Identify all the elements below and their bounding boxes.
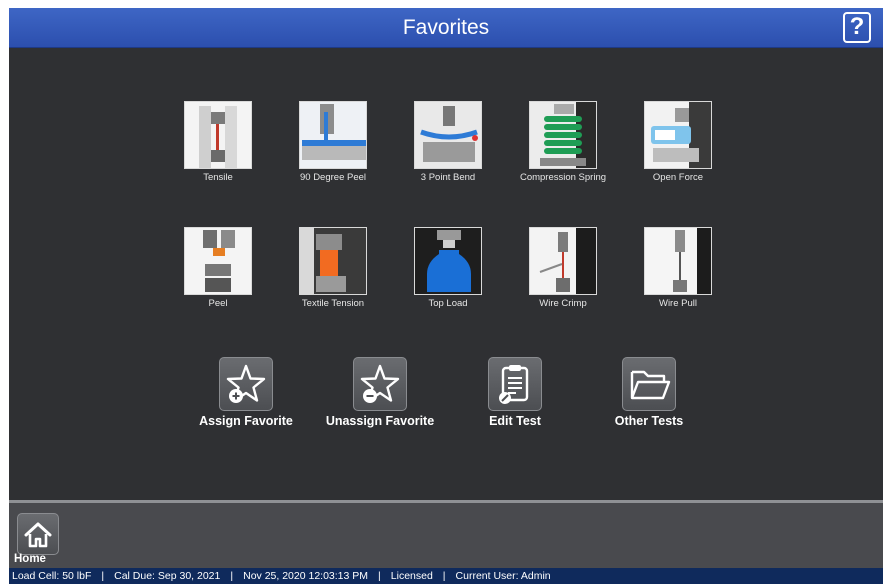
favorite-tile-wire-crimp[interactable]: Wire Crimp	[508, 227, 618, 309]
tile-label-90-degree-peel: 90 Degree Peel	[299, 172, 367, 183]
folder-open-icon	[622, 357, 676, 411]
favorite-tile-90-degree-peel[interactable]: 90 Degree Peel	[278, 101, 388, 183]
open-force-image	[644, 101, 712, 169]
assign-favorite-icon	[219, 357, 273, 411]
wire-pull-image	[644, 227, 712, 295]
unassign-favorite-icon	[353, 357, 407, 411]
unassign-favorite-label: Unassign Favorite	[325, 414, 435, 428]
favorite-tile-open-force[interactable]: Open Force	[623, 101, 733, 183]
favorite-tile-wire-pull[interactable]: Wire Pull	[623, 227, 733, 309]
edit-test-label: Edit Test	[489, 414, 541, 428]
assign-favorite-label: Assign Favorite	[199, 414, 293, 428]
title-bar: Favorites ?	[9, 8, 883, 48]
favorite-tile-peel[interactable]: Peel	[163, 227, 273, 309]
peel-90-test-image	[299, 101, 367, 169]
tile-label-compression-spring: Compression Spring	[519, 172, 607, 183]
edit-test-button[interactable]: Edit Test	[450, 357, 580, 428]
unassign-favorite-button[interactable]: Unassign Favorite	[315, 357, 445, 428]
home-button[interactable]	[17, 513, 59, 555]
top-load-image	[414, 227, 482, 295]
status-current-user: Current User: Admin	[455, 570, 551, 582]
clipboard-edit-icon	[488, 357, 542, 411]
tile-label-tensile: Tensile	[203, 172, 233, 183]
status-license: Licensed	[390, 570, 433, 582]
status-separator: |	[378, 570, 381, 582]
home-icon	[24, 522, 52, 548]
textile-tension-image	[299, 227, 367, 295]
tile-label-wire-crimp: Wire Crimp	[539, 298, 587, 309]
status-separator: |	[442, 570, 446, 582]
favorite-tile-tensile[interactable]: Tensile	[163, 101, 273, 183]
status-datetime: Nov 25, 2020 12:03:13 PM	[243, 570, 369, 582]
tile-label-open-force: Open Force	[652, 172, 704, 183]
favorite-tile-top-load[interactable]: Top Load	[393, 227, 503, 309]
status-separator: |	[101, 570, 105, 582]
compression-spring-image	[529, 101, 597, 169]
bottom-toolbar: Home	[9, 503, 883, 568]
peel-test-image	[184, 227, 252, 295]
tile-label-wire-pull: Wire Pull	[658, 298, 697, 309]
tile-label-top-load: Top Load	[428, 298, 468, 309]
assign-favorite-button[interactable]: Assign Favorite	[181, 357, 311, 428]
status-separator: |	[230, 570, 234, 582]
other-tests-button[interactable]: Other Tests	[584, 357, 714, 428]
status-load-cell: Load Cell: 50 lbF	[12, 570, 92, 582]
favorite-tile-3-point-bend[interactable]: 3 Point Bend	[393, 101, 503, 183]
tile-label-peel: Peel	[208, 298, 228, 309]
status-bar: Load Cell: 50 lbF | Cal Due: Sep 30, 2021 |…	[9, 568, 883, 584]
favorite-tile-textile-tension[interactable]: Textile Tension	[278, 227, 388, 309]
tile-label-3-point-bend: 3 Point Bend	[420, 172, 476, 183]
page-title: Favorites	[402, 16, 490, 39]
other-tests-label: Other Tests	[614, 414, 684, 428]
favorite-tile-compression-spring[interactable]: Compression Spring	[508, 101, 618, 183]
tensile-test-image	[184, 101, 252, 169]
app-window: Favorites ? Tensile 90 Degree Peel 3 Poi…	[9, 8, 883, 584]
tile-label-textile-tension: Textile Tension	[301, 298, 365, 309]
home-label: Home	[14, 553, 46, 565]
three-point-bend-image	[414, 101, 482, 169]
help-button[interactable]: ?	[843, 12, 871, 43]
status-cal-due: Cal Due: Sep 30, 2021	[114, 570, 221, 582]
wire-crimp-image	[529, 227, 597, 295]
